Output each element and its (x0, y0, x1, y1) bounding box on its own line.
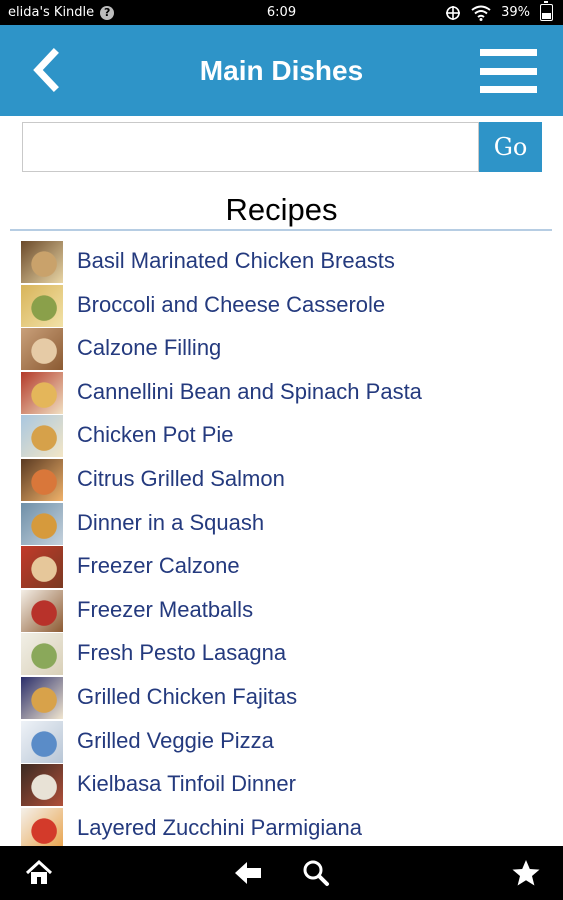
recipe-thumbnail (21, 807, 63, 846)
recipe-thumbnail (21, 284, 63, 327)
recipe-label: Chicken Pot Pie (77, 422, 234, 448)
section-heading: Recipes (225, 192, 338, 227)
divider (10, 229, 552, 231)
bottom-nav (0, 846, 563, 900)
recipe-label: Dinner in a Squash (77, 509, 265, 535)
recipe-thumbnail (21, 677, 63, 719)
recipe-list-item[interactable]: Basil Marinated Chicken Breasts (0, 240, 563, 284)
recipe-list-item[interactable]: Grilled Veggie Pizza (0, 720, 563, 764)
recipe-thumbnail (21, 241, 63, 283)
recipe-list-item[interactable]: Grilled Chicken Fajitas (0, 676, 563, 720)
recipe-thumbnail (21, 459, 63, 501)
recipe-label: Layered Zucchini Parmigiana (77, 814, 362, 840)
recipe-label: Freezer Calzone (77, 553, 240, 579)
recipe-list-item[interactable]: Chicken Pot Pie (0, 414, 563, 458)
recipe-list-item[interactable]: Citrus Grilled Salmon (0, 458, 563, 502)
recipe-list-item[interactable]: Cannellini Bean and Spinach Pasta (0, 371, 563, 415)
recipe-thumbnail (21, 633, 63, 676)
home-icon (25, 859, 53, 884)
recipe-thumbnail (21, 546, 63, 589)
app-header: Main Dishes (0, 25, 563, 116)
recipe-list-item[interactable]: Kielbasa Tinfoil Dinner (0, 763, 563, 807)
status-right: 39% (445, 1, 553, 21)
search-nav-button[interactable] (301, 858, 331, 888)
recipe-label: Basil Marinated Chicken Breasts (77, 248, 395, 273)
recipe-list-item[interactable]: Fresh Pesto Lasagna (0, 632, 563, 676)
recipe-label: Broccoli and Cheese Casserole (77, 291, 386, 317)
recipe-thumbnail (21, 371, 63, 414)
recipe-list-item[interactable]: Layered Zucchini Parmigiana (0, 807, 563, 846)
recipe-list-item[interactable]: Broccoli and Cheese Casserole (0, 284, 563, 328)
battery-icon (540, 1, 553, 21)
recipe-list-item[interactable]: Dinner in a Squash (0, 502, 563, 546)
recipe-label: Calzone Filling (77, 335, 222, 361)
wifi-icon (471, 5, 491, 21)
search-icon (303, 860, 329, 886)
recipe-label: Grilled Veggie Pizza (77, 727, 274, 753)
back-arrow-icon (235, 862, 261, 884)
recipe-label: Freezer Meatballs (77, 596, 254, 622)
battery-percent: 39% (501, 5, 530, 20)
menu-bar (480, 67, 537, 75)
recipe-label: Kielbasa Tinfoil Dinner (77, 771, 296, 797)
recipe-label: Grilled Chicken Fajitas (77, 684, 298, 709)
recipe-thumbnail (21, 764, 63, 807)
recipe-thumbnail (21, 589, 63, 632)
sync-icon (446, 5, 461, 20)
favorites-button[interactable] (511, 858, 541, 888)
menu-bar (480, 86, 537, 93)
recipe-label: Citrus Grilled Salmon (77, 466, 285, 491)
home-button[interactable] (24, 858, 54, 888)
recipe-label: Cannellini Bean and Spinach Pasta (77, 378, 422, 404)
recipe-list-item[interactable]: Freezer Calzone (0, 545, 563, 589)
recipe-label: Fresh Pesto Lasagna (77, 640, 287, 666)
go-button[interactable]: Go (479, 122, 542, 172)
recipe-thumbnail (21, 720, 63, 763)
menu-bar (480, 49, 537, 56)
star-icon (512, 860, 540, 886)
back-nav-button[interactable] (233, 858, 263, 888)
status-bar: elida's Kindle ? 6:09 39% (0, 0, 563, 25)
search-input[interactable] (22, 122, 479, 172)
hamburger-menu-icon[interactable] (480, 49, 537, 93)
recipe-thumbnail (21, 328, 63, 371)
page-title: Main Dishes (199, 55, 364, 86)
recipe-list: Basil Marinated Chicken Breasts Broccoli … (0, 240, 563, 846)
recipe-thumbnail (21, 502, 63, 545)
recipe-list-item[interactable]: Freezer Meatballs (0, 589, 563, 633)
recipe-list-item[interactable]: Calzone Filling (0, 327, 563, 371)
recipe-thumbnail (21, 415, 63, 458)
